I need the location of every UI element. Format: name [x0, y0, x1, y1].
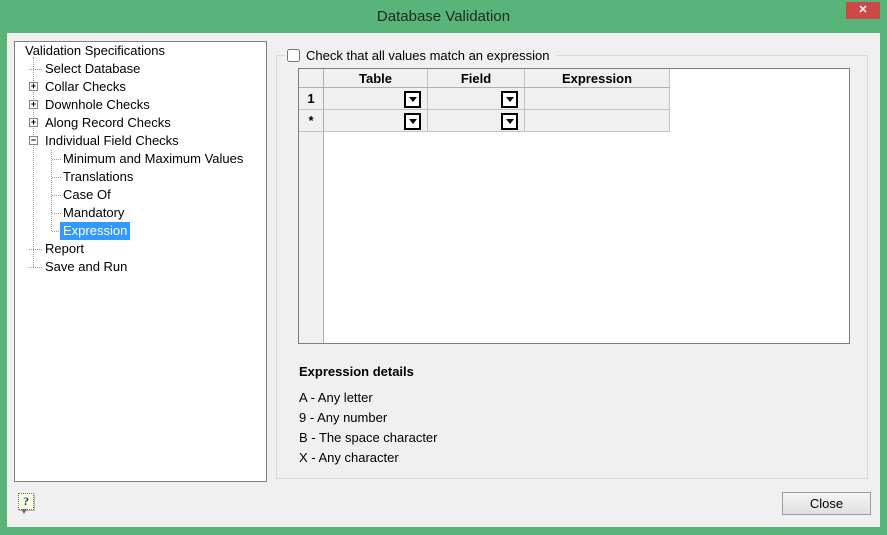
tree-item-label: Minimum and Maximum Values: [63, 151, 244, 166]
dropdown-arrow-icon: [505, 96, 514, 102]
table-dropdown-button-rownew[interactable]: [404, 112, 421, 130]
validation-tree-panel: Validation Specifications Select Databas…: [14, 41, 267, 482]
database-validation-dialog: Database Validation ✕ Validation Specifi…: [0, 0, 887, 535]
table-dropdown-button-row1[interactable]: [404, 90, 421, 108]
dropdown-arrow-icon: [505, 118, 514, 124]
question-mark-icon: ?: [23, 494, 29, 508]
expression-grid: Table Field Expression 1 *: [298, 68, 850, 344]
tree-item-individual-field-checks[interactable]: − Individual Field Checks: [15, 132, 266, 150]
tree-item-expression-selected[interactable]: Expression: [15, 222, 266, 240]
match-expression-checkbox[interactable]: [287, 48, 300, 62]
tree-item-save-and-run[interactable]: Save and Run: [15, 258, 266, 276]
tree-item-label: Translations: [63, 169, 134, 184]
expression-cell-row1[interactable]: [525, 88, 670, 110]
field-dropdown-button-rownew[interactable]: [501, 112, 518, 130]
match-expression-checkbox-row: Check that all values match an expressio…: [285, 47, 556, 63]
tree-item-validation-specifications[interactable]: Validation Specifications: [15, 42, 266, 60]
grid-column-header-table: Table: [324, 69, 428, 88]
window-close-button[interactable]: ✕: [846, 2, 880, 19]
tree-item-mandatory[interactable]: Mandatory: [15, 204, 266, 222]
close-button[interactable]: Close: [782, 492, 871, 515]
grid-row-new: *: [299, 110, 670, 132]
table-cell-row1[interactable]: [324, 88, 428, 110]
dropdown-arrow-icon: [408, 96, 417, 102]
grid-row-1: 1: [299, 88, 670, 110]
tree-item-downhole-checks[interactable]: + Downhole Checks: [15, 96, 266, 114]
grid-corner-cell: [299, 69, 324, 88]
tree-item-select-database[interactable]: Select Database: [15, 60, 266, 78]
row-header: 1: [299, 88, 324, 110]
field-cell-row1[interactable]: [428, 88, 525, 110]
grid-header-row: Table Field Expression: [299, 69, 670, 88]
tree-item-label: Along Record Checks: [45, 115, 171, 130]
tree-item-label: Mandatory: [63, 205, 125, 220]
tree-item-label: Validation Specifications: [25, 43, 165, 58]
tree-item-label: Report: [45, 241, 85, 256]
tree-item-along-record-checks[interactable]: + Along Record Checks: [15, 114, 266, 132]
dialog-content: Validation Specifications Select Databas…: [7, 33, 880, 527]
dialog-title: Database Validation: [376, 8, 511, 25]
expression-detail-item: B - The space character: [299, 430, 438, 445]
expression-cell-rownew[interactable]: [525, 110, 670, 132]
tree-item-translations[interactable]: Translations: [15, 168, 266, 186]
help-button[interactable]: ?: [18, 493, 34, 514]
tree-item-label: Expression: [60, 222, 131, 240]
expand-plus-icon[interactable]: +: [29, 99, 38, 109]
table-cell-rownew[interactable]: [324, 110, 428, 132]
close-icon: ✕: [858, 4, 868, 16]
match-expression-checkbox-label: Check that all values match an expressio…: [306, 47, 550, 63]
expression-details: Expression details A - Any letter 9 - An…: [299, 364, 438, 468]
field-cell-rownew[interactable]: [428, 110, 525, 132]
dropdown-arrow-icon: [408, 118, 417, 124]
row-header: *: [299, 110, 324, 132]
tree-item-minimum-and-maximum-values[interactable]: Minimum and Maximum Values: [15, 150, 266, 168]
tree-item-label: Select Database: [45, 61, 141, 76]
field-dropdown-button-row1[interactable]: [501, 90, 518, 108]
expression-detail-item: X - Any character: [299, 450, 399, 465]
expression-detail-item: 9 - Any number: [299, 410, 388, 425]
grid-column-header-expression: Expression: [525, 69, 670, 88]
expand-plus-icon[interactable]: +: [29, 81, 38, 91]
tree-item-label: Downhole Checks: [45, 97, 150, 112]
tree-item-report[interactable]: Report: [15, 240, 266, 258]
expression-details-title: Expression details: [299, 364, 414, 379]
tree-item-label: Case Of: [63, 187, 111, 202]
expand-plus-icon[interactable]: +: [29, 117, 38, 127]
tree-item-case-of[interactable]: Case Of: [15, 186, 266, 204]
title-bar[interactable]: Database Validation ✕: [0, 0, 887, 33]
tree-item-label: Save and Run: [45, 259, 128, 274]
tree-item-collar-checks[interactable]: + Collar Checks: [15, 78, 266, 96]
tree-item-label: Individual Field Checks: [45, 133, 179, 148]
collapse-minus-icon[interactable]: −: [29, 135, 38, 145]
expression-detail-item: A - Any letter: [299, 390, 373, 405]
grid-column-header-field: Field: [428, 69, 525, 88]
tree-item-label: Collar Checks: [45, 79, 126, 94]
expression-groupbox: Check that all values match an expressio…: [276, 47, 868, 479]
